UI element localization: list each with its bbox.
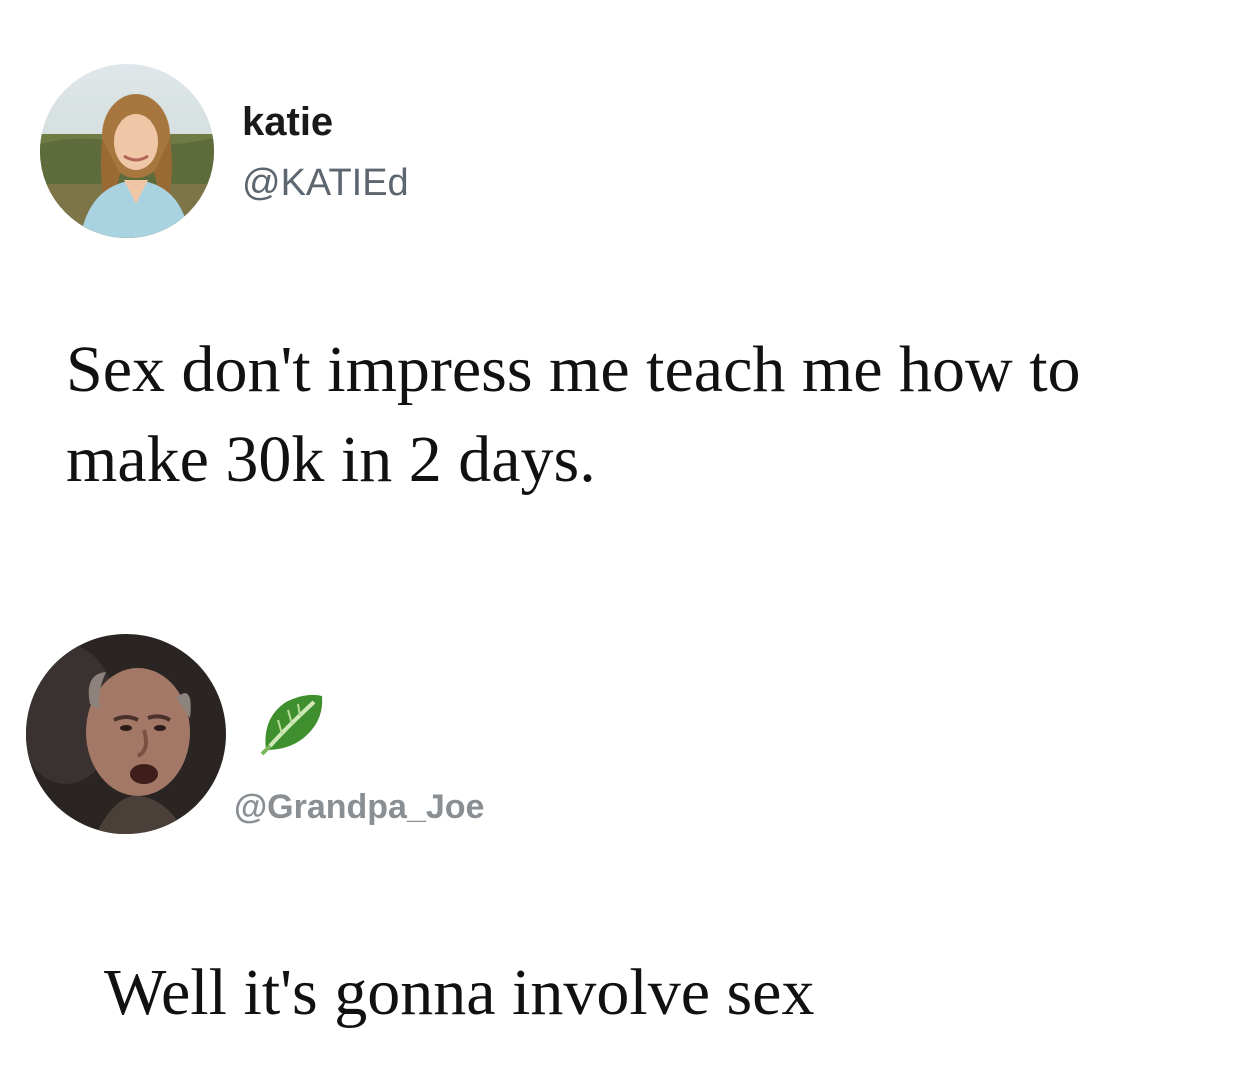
profile-photo-icon	[26, 634, 226, 834]
post-katie: katie @KATIEd Sex don't impress me teach…	[0, 0, 1242, 560]
user-handle[interactable]: @KATIEd	[242, 160, 409, 206]
profile-photo-icon	[40, 64, 214, 238]
leafy-green-icon	[256, 688, 328, 760]
post-text: Well it's gonna involve sex	[104, 956, 815, 1029]
avatar-katie[interactable]	[40, 64, 214, 238]
avatar-grandpa-joe[interactable]	[26, 634, 226, 834]
post-text: Sex don't impress me teach me how to mak…	[66, 333, 1081, 496]
post-grandpa-joe: @Grandpa_Joe Well it's gonna involve sex	[0, 600, 1242, 1090]
display-name[interactable]: katie	[242, 98, 333, 146]
user-handle[interactable]: @Grandpa_Joe	[234, 786, 484, 828]
